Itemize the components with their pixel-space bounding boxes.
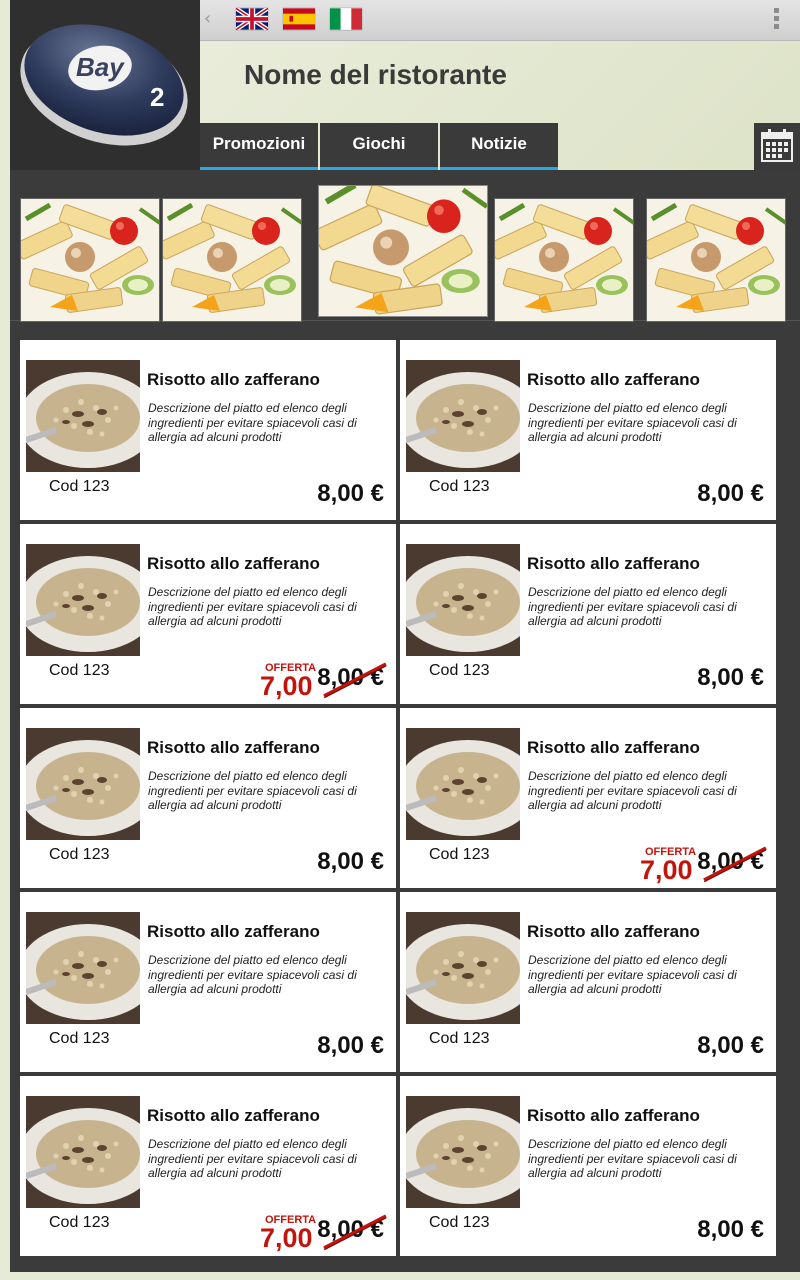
dish-title: Risotto allo zafferano <box>527 554 700 573</box>
offer-price: 7,00 <box>260 671 313 701</box>
tab-bar: Promozioni Giochi Notizie <box>200 123 560 171</box>
carousel-slide[interactable] <box>494 198 634 322</box>
dish-card[interactable]: Risotto allo zafferano Descrizione del pi… <box>400 892 776 1072</box>
dish-photo <box>26 544 140 656</box>
dish-title: Risotto allo zafferano <box>147 738 320 757</box>
restaurant-name: Nome del ristorante <box>244 59 507 90</box>
dish-card[interactable]: Risotto allo zafferano Descrizione del pi… <box>20 524 396 704</box>
dish-code: Cod 123 <box>429 662 490 679</box>
dish-card[interactable]: Risotto allo zafferano Descrizione del pi… <box>20 892 396 1072</box>
back-chevron-icon[interactable]: ‹ <box>204 8 211 29</box>
english-flag-icon[interactable] <box>236 8 268 30</box>
dish-code: Cod 123 <box>49 1214 110 1231</box>
dish-description: Descrizione del piatto ed elenco degli i… <box>528 401 737 444</box>
overflow-menu-icon[interactable] <box>774 8 780 32</box>
header: Nome del ristorante Promozioni Giochi No… <box>200 41 800 171</box>
dish-card[interactable]: Risotto allo zafferano Descrizione del pi… <box>400 708 776 888</box>
dish-price: 8,00 € <box>697 664 764 691</box>
svg-text:Bay: Bay <box>76 52 125 82</box>
offer-price: 7,00 <box>640 855 693 885</box>
bay2-logo[interactable]: Bay 2 <box>18 10 194 150</box>
offer-price: 7,00 <box>260 1223 313 1253</box>
dish-photo <box>26 912 140 1024</box>
dish-photo <box>406 728 520 840</box>
dish-code: Cod 123 <box>429 846 490 863</box>
calendar-icon <box>761 129 793 162</box>
strikethrough-mark <box>323 1214 387 1250</box>
dish-description: Descrizione del piatto ed elenco degli i… <box>148 585 357 628</box>
app-frame: Bay 2 ‹ Nome del ristorante Promozioni G… <box>10 0 800 1272</box>
strikethrough-mark <box>323 662 387 698</box>
strikethrough-mark <box>703 846 767 882</box>
dish-photo <box>26 360 140 472</box>
tab-giochi[interactable]: Giochi <box>320 123 438 171</box>
dish-price: 8,00 € <box>697 480 764 507</box>
dish-description: Descrizione del piatto ed elenco degli i… <box>528 953 737 996</box>
dish-title: Risotto allo zafferano <box>527 370 700 389</box>
svg-text:2: 2 <box>150 82 164 112</box>
dish-code: Cod 123 <box>49 662 110 679</box>
dish-title: Risotto allo zafferano <box>147 1106 320 1125</box>
dish-description: Descrizione del piatto ed elenco degli i… <box>148 1137 357 1180</box>
dish-price: 8,00 € <box>697 1216 764 1243</box>
dish-code: Cod 123 <box>49 478 110 495</box>
dish-description: Descrizione del piatto ed elenco degli i… <box>528 1137 737 1180</box>
dish-photo <box>26 1096 140 1208</box>
dish-card[interactable]: Risotto allo zafferano Descrizione del pi… <box>20 1076 396 1256</box>
dish-title: Risotto allo zafferano <box>147 554 320 573</box>
dish-photo <box>406 360 520 472</box>
dish-description: Descrizione del piatto ed elenco degli i… <box>148 953 357 996</box>
carousel-slide[interactable] <box>318 185 488 317</box>
dish-photo <box>26 728 140 840</box>
dish-photo <box>406 544 520 656</box>
dish-title: Risotto allo zafferano <box>527 922 700 941</box>
dish-price: 8,00 € <box>317 1032 384 1059</box>
spanish-flag-icon[interactable] <box>283 8 315 30</box>
dish-price: 8,00 € <box>317 848 384 875</box>
dish-description: Descrizione del piatto ed elenco degli i… <box>528 769 737 812</box>
dish-code: Cod 123 <box>429 478 490 495</box>
italian-flag-icon[interactable] <box>330 8 362 30</box>
dish-price: 8,00 € <box>697 1032 764 1059</box>
dish-code: Cod 123 <box>429 1030 490 1047</box>
carousel-slide[interactable] <box>162 198 302 322</box>
carousel-slide[interactable] <box>20 198 160 322</box>
dish-title: Risotto allo zafferano <box>147 922 320 941</box>
dish-photo <box>406 1096 520 1208</box>
tab-promozioni[interactable]: Promozioni <box>200 123 318 171</box>
promo-carousel[interactable] <box>10 170 800 322</box>
dish-card[interactable]: Risotto allo zafferano Descrizione del pi… <box>400 524 776 704</box>
dish-code: Cod 123 <box>49 1030 110 1047</box>
dish-price: 8,00 € <box>317 480 384 507</box>
dish-code: Cod 123 <box>49 846 110 863</box>
dish-card[interactable]: Risotto allo zafferano Descrizione del pi… <box>400 340 776 520</box>
dish-title: Risotto allo zafferano <box>527 1106 700 1125</box>
dish-description: Descrizione del piatto ed elenco degli i… <box>148 769 357 812</box>
carousel-slide[interactable] <box>646 198 786 322</box>
top-bar: ‹ <box>200 0 800 41</box>
calendar-button[interactable] <box>754 123 800 171</box>
dish-description: Descrizione del piatto ed elenco degli i… <box>528 585 737 628</box>
dish-photo <box>406 912 520 1024</box>
dish-card[interactable]: Risotto allo zafferano Descrizione del pi… <box>20 340 396 520</box>
dish-card[interactable]: Risotto allo zafferano Descrizione del pi… <box>20 708 396 888</box>
logo-area: Bay 2 <box>10 0 200 170</box>
dish-description: Descrizione del piatto ed elenco degli i… <box>148 401 357 444</box>
dish-title: Risotto allo zafferano <box>147 370 320 389</box>
dish-card[interactable]: Risotto allo zafferano Descrizione del pi… <box>400 1076 776 1256</box>
dish-code: Cod 123 <box>429 1214 490 1231</box>
dish-title: Risotto allo zafferano <box>527 738 700 757</box>
tab-notizie[interactable]: Notizie <box>440 123 558 171</box>
